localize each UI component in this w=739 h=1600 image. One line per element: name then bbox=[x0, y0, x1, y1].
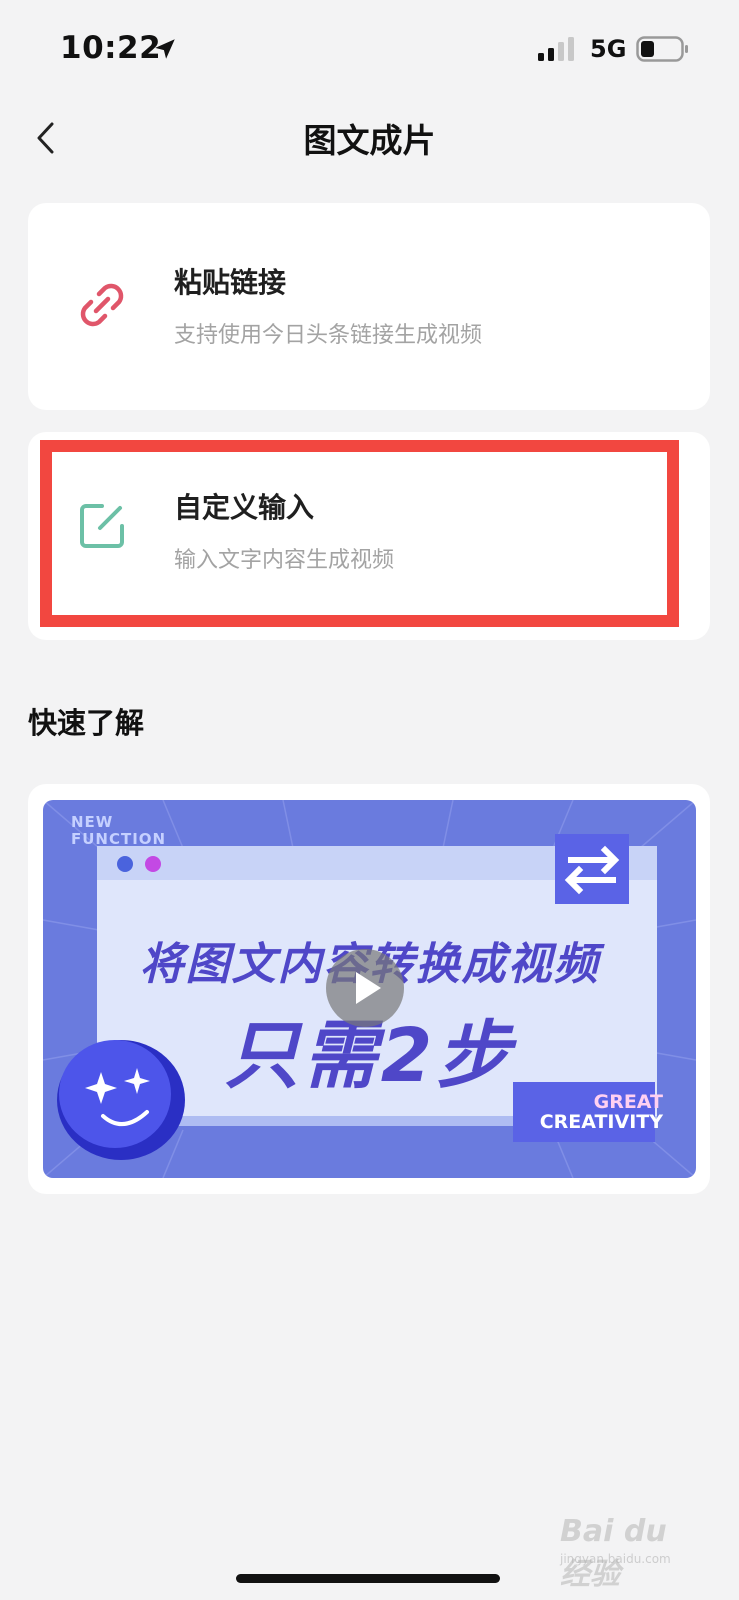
corner-line-1: GREAT bbox=[593, 1091, 663, 1113]
paste-link-title: 粘贴链接 bbox=[174, 266, 287, 299]
tag-line-1: NEW bbox=[71, 813, 114, 831]
tutorial-video-thumbnail[interactable]: NEW FUNCTION 将图文内容转换成视频 只需2步 GREAT CREAT… bbox=[43, 800, 696, 1178]
new-function-tag: NEW FUNCTION bbox=[71, 814, 166, 848]
paste-link-option[interactable]: 粘贴链接 支持使用今日头条链接生成视频 bbox=[28, 203, 710, 410]
corner-line-2: CREATIVITY bbox=[539, 1111, 663, 1133]
edit-icon bbox=[80, 504, 124, 548]
network-label: 5G bbox=[590, 35, 627, 63]
tag-line-2: FUNCTION bbox=[71, 830, 167, 848]
custom-input-subtitle: 输入文字内容生成视频 bbox=[174, 548, 395, 573]
home-indicator[interactable] bbox=[236, 1574, 500, 1583]
status-time: 10:22 bbox=[60, 30, 162, 66]
paste-link-subtitle: 支持使用今日头条链接生成视频 bbox=[174, 323, 483, 348]
play-icon[interactable] bbox=[325, 948, 405, 1028]
page-title: 图文成片 bbox=[303, 121, 436, 160]
link-icon bbox=[80, 283, 124, 327]
custom-input-option[interactable]: 自定义输入 输入文字内容生成视频 bbox=[28, 432, 710, 640]
baidu-watermark: Bai du 经验 jingyan.baidu.com bbox=[560, 1508, 700, 1592]
location-arrow-icon bbox=[155, 39, 175, 59]
nav-bar: 图文成片 bbox=[0, 100, 739, 180]
status-bar: 10:22 5G bbox=[0, 0, 739, 100]
battery-icon bbox=[636, 36, 688, 62]
watermark-url: jingyan.baidu.com bbox=[560, 1552, 671, 1566]
quick-learn-title: 快速了解 bbox=[28, 706, 145, 740]
tutorial-video-card: NEW FUNCTION 将图文内容转换成视频 只需2步 GREAT CREAT… bbox=[28, 784, 710, 1194]
swap-arrows-icon bbox=[555, 834, 629, 904]
great-creativity-label: GREAT CREATIVITY bbox=[521, 1092, 663, 1132]
custom-input-title: 自定义输入 bbox=[174, 491, 315, 524]
signal-icon bbox=[538, 37, 574, 61]
